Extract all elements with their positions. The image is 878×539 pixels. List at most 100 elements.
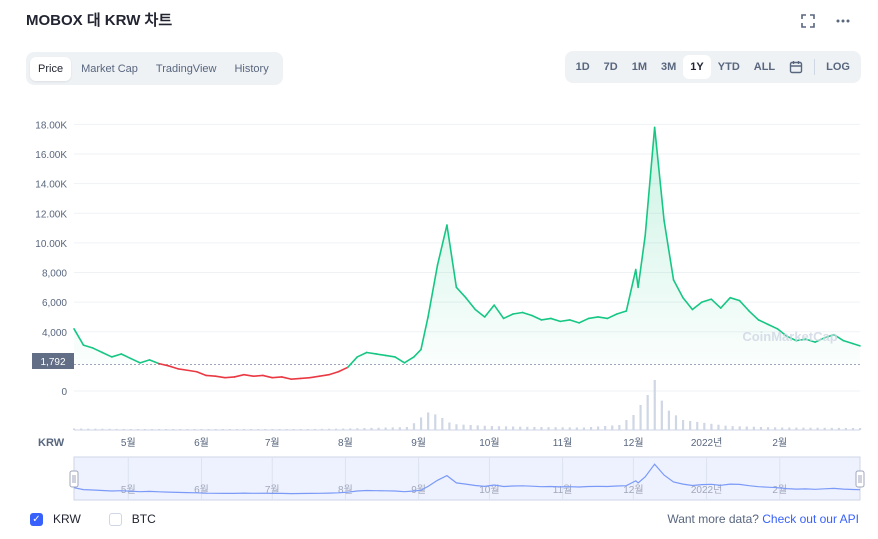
x-tick-label: 7월 xyxy=(265,437,280,449)
volume-bar xyxy=(455,424,458,430)
tab-price[interactable]: Price xyxy=(30,56,72,81)
range-7d[interactable]: 7D xyxy=(597,55,625,79)
range-1y[interactable]: 1Y xyxy=(683,55,711,79)
x-tick-label: 2022년 xyxy=(691,437,722,449)
volume-bar xyxy=(476,425,479,430)
volume-bar xyxy=(412,423,416,430)
volume-bar xyxy=(504,426,508,430)
navigator-tick-label: 2월 xyxy=(772,484,787,496)
volume-bar xyxy=(681,420,685,430)
volume-bar xyxy=(419,417,423,430)
baseline-price-label: 1,792 xyxy=(40,357,65,368)
range-1m[interactable]: 1M xyxy=(625,55,654,79)
volume-bar xyxy=(667,410,671,430)
x-tick-label: 9월 xyxy=(411,437,426,449)
page-title: MOBOX 대 KRW 차트 xyxy=(26,12,173,29)
volume-bar xyxy=(738,426,741,430)
volume-bar xyxy=(497,426,501,430)
navigator-tick-label: 11월 xyxy=(553,484,573,496)
range-all[interactable]: ALL xyxy=(747,55,782,79)
x-tick-label: 10월 xyxy=(479,437,499,449)
price-segment xyxy=(271,376,283,379)
tab-tradingview[interactable]: TradingView xyxy=(148,57,225,81)
volume-bar xyxy=(469,425,472,430)
volume-bar xyxy=(646,395,649,430)
y-tick-label: 18.00K xyxy=(35,120,67,131)
price-segment xyxy=(186,369,198,373)
y-tick-label: 6,000 xyxy=(42,298,67,309)
range-ytd[interactable]: YTD xyxy=(711,55,747,79)
navigator-tick-label: 6월 xyxy=(194,484,209,496)
chart-type-tabs: Price Market Cap TradingView History xyxy=(26,52,283,85)
api-link[interactable]: Check out our API xyxy=(762,512,859,526)
price-segment xyxy=(243,373,255,377)
navigator-tick-label: 7월 xyxy=(265,484,280,496)
x-tick-label: 6월 xyxy=(194,437,209,449)
more-icon[interactable] xyxy=(834,14,852,32)
range-3m[interactable]: 3M xyxy=(654,55,683,79)
price-chart[interactable]: 18.00K 16.00K 14.00K 12.00K 10.00K 8,000 6,000… xyxy=(0,95,878,510)
price-segment xyxy=(167,365,179,370)
volume-bar xyxy=(731,426,734,430)
btc-checkbox[interactable] xyxy=(108,512,122,526)
calendar-icon[interactable] xyxy=(782,55,810,79)
tab-market-cap[interactable]: Market Cap xyxy=(73,57,146,81)
volume-bar xyxy=(441,418,444,430)
drag-handle-icon[interactable] xyxy=(69,470,79,488)
volume-bar xyxy=(490,426,493,430)
volume-bar xyxy=(618,425,621,430)
price-segment xyxy=(214,375,226,379)
navigator-tick-label: 8월 xyxy=(338,484,353,496)
volume-bars xyxy=(73,380,862,430)
volume-bar xyxy=(689,420,692,430)
y-tick-label: 12.00K xyxy=(35,209,67,220)
volume-bar xyxy=(611,425,614,430)
volume-bar xyxy=(434,414,437,430)
volume-bar xyxy=(653,380,656,430)
x-tick-label: 11월 xyxy=(553,437,573,449)
range-1d[interactable]: 1D xyxy=(569,55,597,79)
price-segment xyxy=(177,367,189,372)
price-segment xyxy=(309,375,321,379)
volume-bar xyxy=(710,423,713,430)
price-segment xyxy=(318,373,330,377)
drag-handle-icon[interactable] xyxy=(855,470,865,488)
price-segment xyxy=(328,370,340,376)
range-divider xyxy=(814,59,816,75)
legend-label-krw: KRW xyxy=(53,512,81,526)
price-segment xyxy=(290,377,302,380)
price-segment xyxy=(205,374,217,377)
volume-bar xyxy=(448,422,451,430)
price-segment xyxy=(262,374,274,379)
currency-axis-label: KRW xyxy=(38,437,65,449)
volume-bar xyxy=(462,424,465,430)
volume-bar xyxy=(639,405,642,430)
fullscreen-icon[interactable] xyxy=(799,14,817,32)
api-promo: Want more data? Check out our API xyxy=(667,512,859,526)
price-segment xyxy=(233,373,245,378)
price-segment xyxy=(337,366,349,373)
y-tick-label: 0 xyxy=(61,387,67,398)
price-segment xyxy=(299,376,311,380)
navigator-panel[interactable] xyxy=(73,456,861,501)
time-range-selector: 1D 7D 1M 3M 1Y YTD ALL LOG xyxy=(564,51,861,83)
volume-bar xyxy=(660,400,663,430)
volume-bar xyxy=(703,422,706,430)
y-tick-label: 10.00K xyxy=(35,239,67,250)
y-tick-label: 4,000 xyxy=(42,328,67,339)
navigator-tick-label: 5월 xyxy=(121,484,136,496)
volume-bar xyxy=(483,425,486,430)
watermark: CoinMarketCap xyxy=(742,329,837,344)
price-segment xyxy=(252,374,264,377)
log-scale-toggle[interactable]: LOG xyxy=(819,55,857,79)
volume-bar xyxy=(632,415,635,430)
y-tick-label: 16.00K xyxy=(35,150,67,161)
x-axis-labels: 5월 6월 7월 8월 9월 10월 11월 12월 2022년 2월 xyxy=(121,437,787,449)
x-tick-label: 5월 xyxy=(121,437,136,449)
krw-checkbox[interactable]: ✓ xyxy=(30,512,43,526)
volume-bar xyxy=(625,420,628,430)
api-prompt: Want more data? xyxy=(667,512,759,526)
price-segment xyxy=(195,370,207,377)
tab-history[interactable]: History xyxy=(226,57,276,81)
volume-bar xyxy=(512,426,515,430)
